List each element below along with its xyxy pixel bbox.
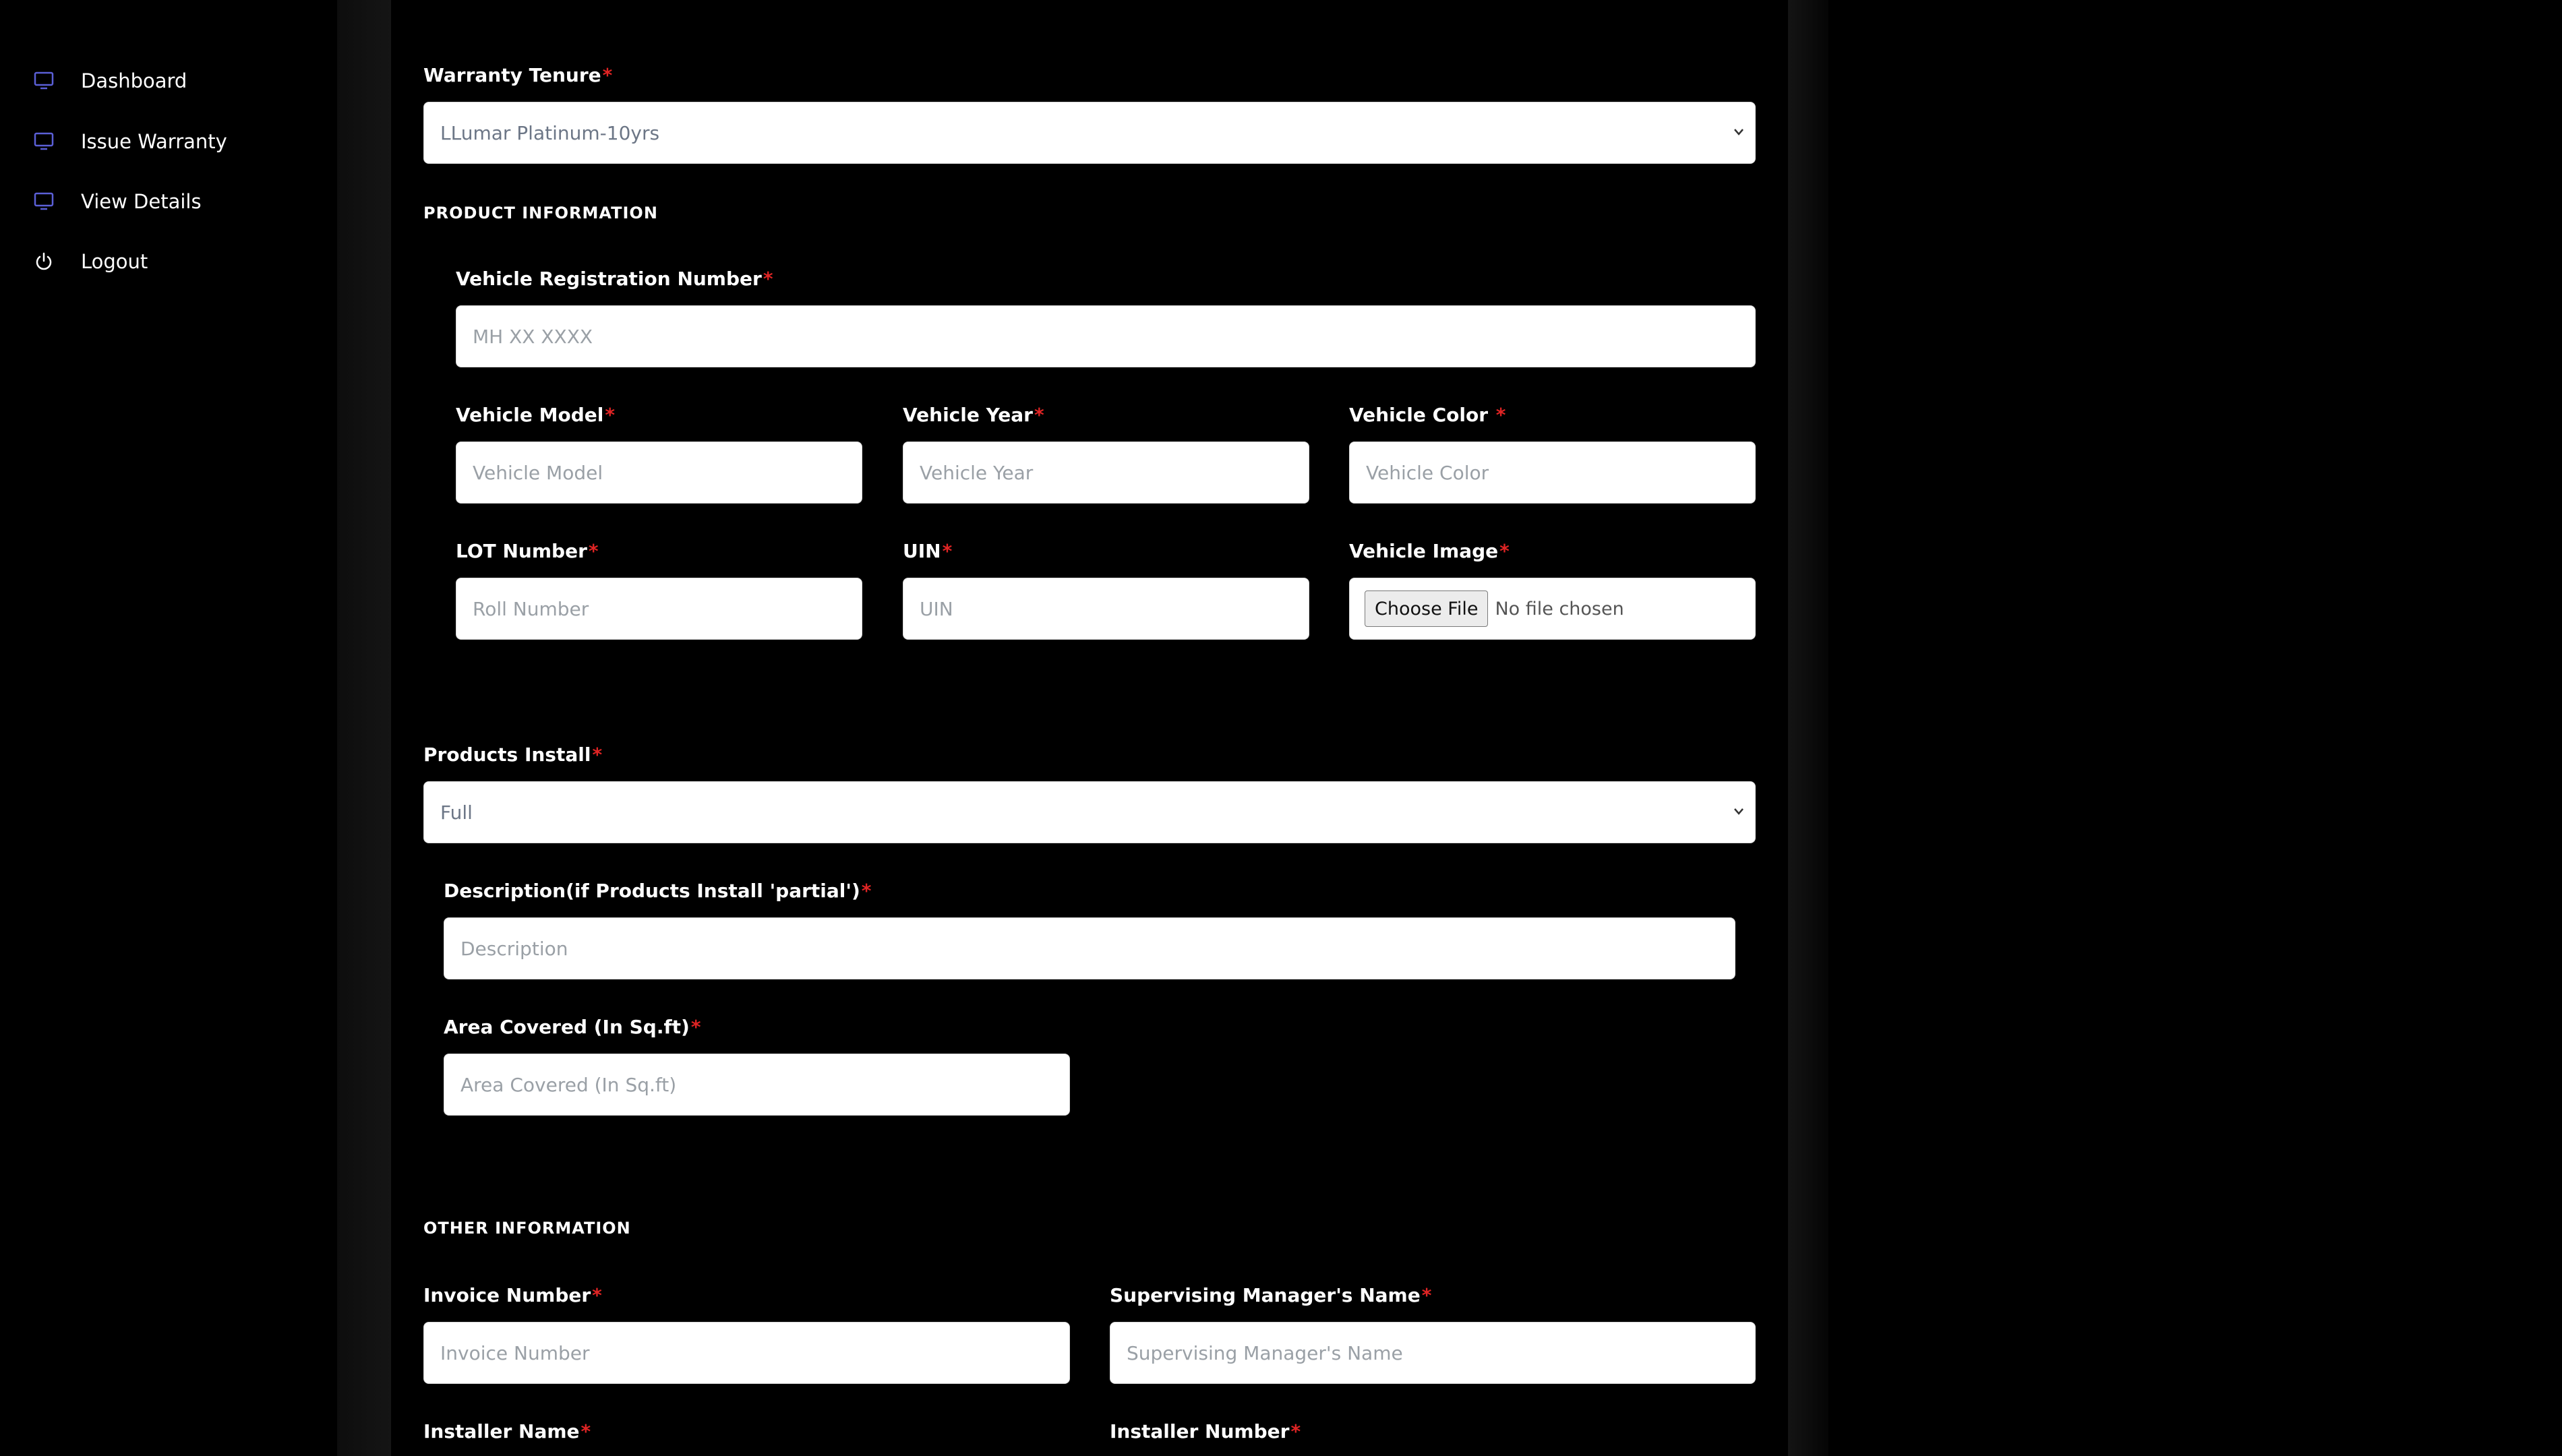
chevron-down-icon bbox=[1729, 802, 1748, 821]
monitor-icon bbox=[32, 130, 55, 153]
sidebar-item-label: Dashboard bbox=[81, 69, 187, 92]
chevron-down-icon bbox=[1729, 123, 1748, 142]
required-mark: * bbox=[1290, 1420, 1301, 1443]
sidebar-item-issue-warranty[interactable]: Issue Warranty bbox=[32, 121, 227, 162]
choose-file-button[interactable]: Choose File bbox=[1365, 590, 1489, 627]
vehicle-year-label: Vehicle Year* bbox=[903, 404, 1044, 426]
required-mark: * bbox=[1421, 1284, 1432, 1306]
warranty-tenure-label: Warranty Tenure* bbox=[423, 64, 613, 86]
description-label: Description(if Products Install 'partial… bbox=[444, 880, 872, 902]
sidebar-item-label: View Details bbox=[81, 190, 202, 213]
lot-number-label: LOT Number* bbox=[456, 540, 599, 562]
sidebar-item-dashboard[interactable]: Dashboard bbox=[32, 61, 187, 101]
required-mark: * bbox=[1034, 404, 1044, 426]
section-title-product-information: PRODUCT INFORMATION bbox=[423, 204, 658, 222]
required-mark: * bbox=[580, 1420, 591, 1443]
supervising-manager-label: Supervising Manager's Name* bbox=[1110, 1284, 1432, 1306]
vehicle-year-input[interactable] bbox=[903, 442, 1309, 504]
products-install-value: Full bbox=[440, 801, 473, 824]
sidebar-item-label: Logout bbox=[81, 250, 148, 273]
area-covered-input[interactable] bbox=[444, 1054, 1070, 1116]
vehicle-color-input[interactable] bbox=[1349, 442, 1756, 504]
required-mark: * bbox=[690, 1016, 701, 1038]
vehicle-registration-label: Vehicle Registration Number* bbox=[456, 268, 773, 290]
vehicle-image-file-input[interactable]: Choose File No file chosen bbox=[1349, 578, 1756, 640]
required-mark: * bbox=[592, 744, 603, 766]
products-install-label: Products Install* bbox=[423, 744, 603, 766]
description-input[interactable] bbox=[444, 917, 1735, 979]
supervising-manager-input[interactable] bbox=[1110, 1322, 1756, 1384]
vehicle-image-label: Vehicle Image* bbox=[1349, 540, 1510, 562]
required-mark: * bbox=[942, 540, 953, 562]
area-covered-label: Area Covered (In Sq.ft)* bbox=[444, 1016, 701, 1038]
file-status-text: No file chosen bbox=[1495, 598, 1624, 619]
vehicle-registration-input[interactable] bbox=[456, 305, 1756, 367]
warranty-tenure-select[interactable]: LLumar Platinum-10yrs bbox=[423, 102, 1756, 164]
monitor-icon bbox=[32, 190, 55, 213]
warranty-tenure-value: LLumar Platinum-10yrs bbox=[440, 121, 660, 144]
required-mark: * bbox=[861, 880, 872, 902]
sidebar: Dashboard Issue Warranty View Details Lo… bbox=[0, 0, 337, 1456]
required-mark: * bbox=[588, 540, 599, 562]
required-mark: * bbox=[592, 1284, 602, 1306]
required-mark: * bbox=[1495, 404, 1506, 426]
sidebar-divider bbox=[337, 0, 391, 1456]
installer-name-label: Installer Name* bbox=[423, 1420, 591, 1443]
uin-label: UIN* bbox=[903, 540, 953, 562]
required-mark: * bbox=[763, 268, 773, 290]
power-icon bbox=[32, 250, 55, 273]
vehicle-color-label: Vehicle Color * bbox=[1349, 404, 1506, 426]
required-mark: * bbox=[605, 404, 615, 426]
vehicle-model-label: Vehicle Model* bbox=[456, 404, 615, 426]
installer-number-label: Installer Number* bbox=[1110, 1420, 1301, 1443]
vehicle-model-input[interactable] bbox=[456, 442, 862, 504]
monitor-icon bbox=[32, 69, 55, 92]
section-title-other-information: OTHER INFORMATION bbox=[423, 1219, 631, 1238]
uin-input[interactable] bbox=[903, 578, 1309, 640]
required-mark: * bbox=[602, 64, 613, 86]
sidebar-item-view-details[interactable]: View Details bbox=[32, 181, 202, 222]
sidebar-item-logout[interactable]: Logout bbox=[32, 241, 148, 282]
products-install-select[interactable]: Full bbox=[423, 781, 1756, 843]
required-mark: * bbox=[1499, 540, 1510, 562]
lot-number-input[interactable] bbox=[456, 578, 862, 640]
sidebar-item-label: Issue Warranty bbox=[81, 130, 227, 153]
invoice-number-input[interactable] bbox=[423, 1322, 1070, 1384]
invoice-number-label: Invoice Number* bbox=[423, 1284, 602, 1306]
content-edge bbox=[1788, 0, 1828, 1456]
warranty-form: Warranty Tenure* LLumar Platinum-10yrs P… bbox=[391, 0, 1788, 1456]
